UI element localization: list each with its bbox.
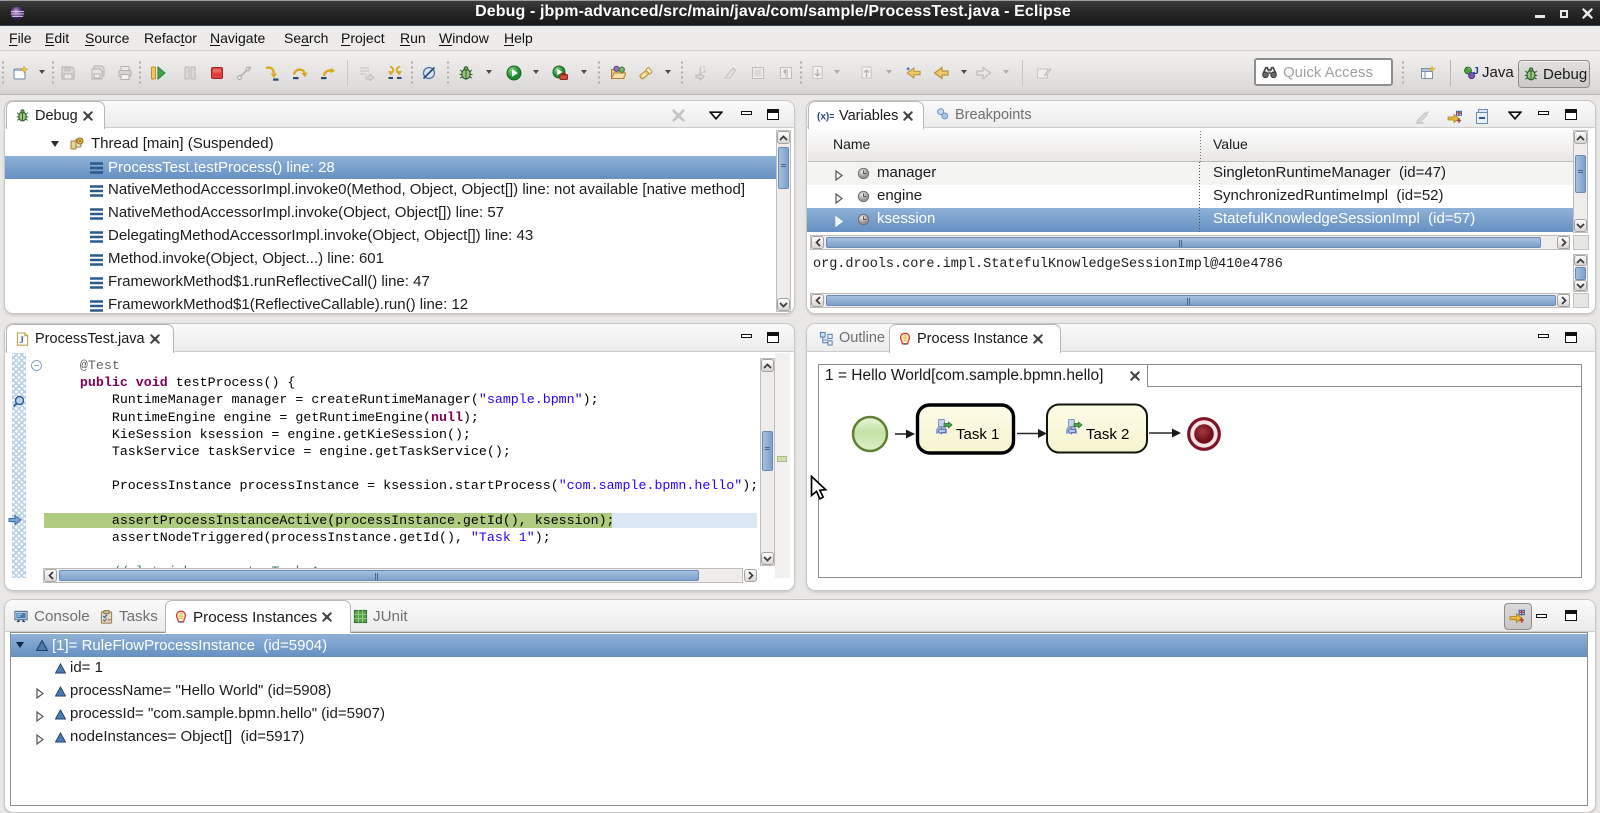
svg-text:Task 1: Task 1 [956,426,999,443]
svg-text:G: G [699,65,706,75]
svg-text:¶: ¶ [783,69,788,80]
svg-text:J: J [19,336,24,346]
svg-text:Task 2: Task 2 [1086,426,1129,443]
svg-text:(x)=: (x)= [817,111,834,122]
svg-text:J: J [1473,65,1479,77]
